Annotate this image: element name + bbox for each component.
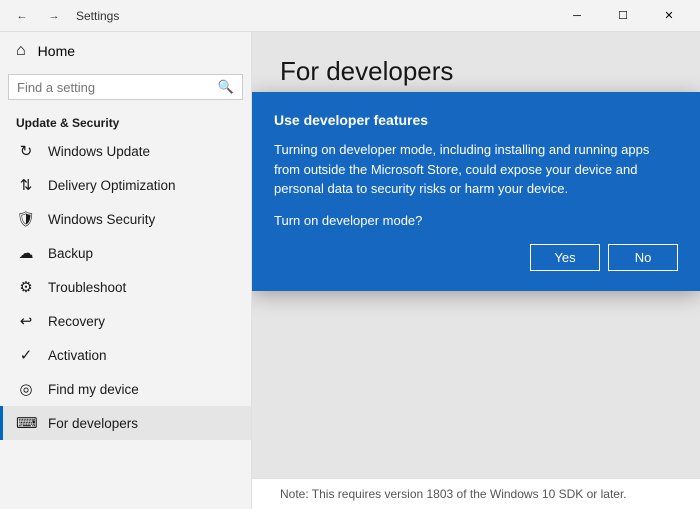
search-input[interactable] [17, 80, 218, 95]
yes-button[interactable]: Yes [530, 244, 600, 271]
bottom-note: Note: This requires version 1803 of the … [252, 478, 700, 509]
sidebar-item-label: For developers [48, 416, 138, 431]
sidebar-item-label: Backup [48, 246, 93, 261]
find-my-device-icon: ◎ [16, 380, 36, 398]
sidebar-item-delivery-optimization[interactable]: ⇅ Delivery Optimization [0, 168, 251, 202]
nav-controls: ← → [8, 5, 68, 27]
recovery-icon: ↩ [16, 312, 36, 330]
activation-icon: ✓ [16, 346, 36, 364]
sidebar-item-windows-update[interactable]: ↻ Windows Update [0, 134, 251, 168]
search-icon: 🔍 [218, 79, 234, 95]
sidebar-item-label: Recovery [48, 314, 105, 329]
windows-security-icon: 🛡 [16, 210, 36, 228]
sidebar-item-recovery[interactable]: ↩ Recovery [0, 304, 251, 338]
maximize-button[interactable]: ☐ [600, 0, 646, 32]
close-button[interactable]: ✕ [646, 0, 692, 32]
titlebar: ← → Settings ─ ☐ ✕ [0, 0, 700, 32]
window-title: Settings [76, 9, 554, 23]
use-developer-features-dialog: Use developer features Turning on develo… [252, 92, 700, 291]
sidebar-item-for-developers[interactable]: ⌨ For developers [0, 406, 251, 440]
sidebar-item-activation[interactable]: ✓ Activation [0, 338, 251, 372]
minimize-button[interactable]: ─ [554, 0, 600, 32]
sidebar-section-title: Update & Security [0, 108, 251, 134]
sidebar-item-label: Activation [48, 348, 107, 363]
window-controls: ─ ☐ ✕ [554, 0, 692, 32]
sidebar-item-troubleshoot[interactable]: ⚙ Troubleshoot [0, 270, 251, 304]
forward-button[interactable]: → [40, 5, 68, 27]
sidebar-item-windows-security[interactable]: 🛡 Windows Security [0, 202, 251, 236]
sidebar: ⌂ Home 🔍 Update & Security ↻ Windows Upd… [0, 32, 252, 509]
backup-icon: ☁ [16, 244, 36, 262]
back-button[interactable]: ← [8, 5, 36, 27]
content-area: For developers These settings are intend… [252, 32, 700, 509]
search-box[interactable]: 🔍 [8, 74, 243, 100]
home-icon: ⌂ [16, 42, 26, 60]
dialog-body: Turning on developer mode, including ins… [274, 140, 678, 199]
dialog-title: Use developer features [274, 112, 678, 128]
sidebar-item-find-my-device[interactable]: ◎ Find my device [0, 372, 251, 406]
main-layout: ⌂ Home 🔍 Update & Security ↻ Windows Upd… [0, 32, 700, 509]
sidebar-item-label: Troubleshoot [48, 280, 126, 295]
delivery-optimization-icon: ⇅ [16, 176, 36, 194]
troubleshoot-icon: ⚙ [16, 278, 36, 296]
dialog-overlay: Use developer features Turning on develo… [252, 32, 700, 478]
sidebar-item-label: Windows Security [48, 212, 155, 227]
sidebar-item-backup[interactable]: ☁ Backup [0, 236, 251, 270]
dialog-question: Turn on developer mode? [274, 213, 678, 228]
sidebar-item-label: Windows Update [48, 144, 150, 159]
windows-update-icon: ↻ [16, 142, 36, 160]
no-button[interactable]: No [608, 244, 678, 271]
sidebar-item-home[interactable]: ⌂ Home [0, 32, 251, 70]
dialog-buttons: Yes No [274, 244, 678, 271]
sidebar-item-label: Find my device [48, 382, 139, 397]
sidebar-item-label: Delivery Optimization [48, 178, 176, 193]
home-label: Home [38, 43, 75, 59]
content-panel: For developers These settings are intend… [252, 32, 700, 478]
for-developers-icon: ⌨ [16, 414, 36, 432]
